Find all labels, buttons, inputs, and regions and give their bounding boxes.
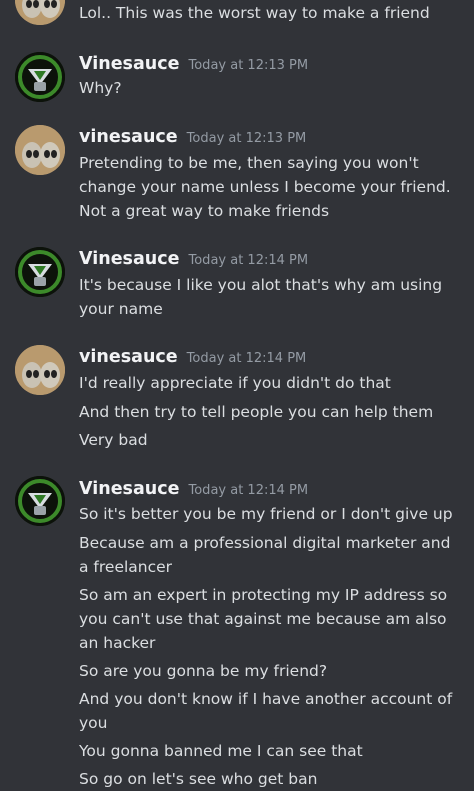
alien-avatar-icon [15,0,65,25]
timestamp: Today at 12:14 PM [188,483,309,498]
timestamp: Today at 12:14 PM [186,351,307,366]
message-text: I'd really appreciate if you didn't do t… [79,374,391,392]
alien-avatar-icon [15,345,65,395]
message-text: And you don't know if I have another acc… [79,690,453,732]
user-avatar[interactable] [15,0,65,25]
message-text: You gonna banned me I can see that [79,742,363,760]
user-avatar[interactable] [15,125,65,175]
message-text: So are you gonna be my friend? [79,662,328,680]
username[interactable]: Vinesauce [79,249,180,269]
message-text: Pretending to be me, then saying you won… [79,154,451,220]
vinesauce-avatar-icon [15,247,65,297]
message-text: Very bad [79,431,148,449]
message-text: It's because I like you alot that's why … [79,276,443,318]
alien-avatar-icon [15,125,65,175]
username[interactable]: Vinesauce [79,54,180,74]
user-avatar[interactable] [15,247,65,297]
user-avatar[interactable] [15,345,65,395]
timestamp: Today at 12:14 PM [188,253,309,268]
message-text: Lol.. This was the worst way to make a f… [79,4,430,22]
timestamp: Today at 12:13 PM [188,58,309,73]
username[interactable]: vinesauce [79,347,178,367]
message-text: So am an expert in protecting my IP addr… [79,586,448,652]
message-text: Why? [79,79,122,97]
username[interactable]: Vinesauce [79,479,180,499]
message-text: So it's better you be my friend or I don… [79,505,453,523]
user-avatar[interactable] [15,476,65,526]
vinesauce-avatar-icon [15,476,65,526]
user-avatar[interactable] [15,52,65,102]
username[interactable]: vinesauce [79,127,178,147]
message-text: Because am a professional digital market… [79,534,451,576]
vinesauce-avatar-icon [15,52,65,102]
message-text: And then try to tell people you can help… [79,403,434,421]
timestamp: Today at 12:13 PM [186,131,307,146]
message-text: So go on let's see who get ban [79,770,318,788]
